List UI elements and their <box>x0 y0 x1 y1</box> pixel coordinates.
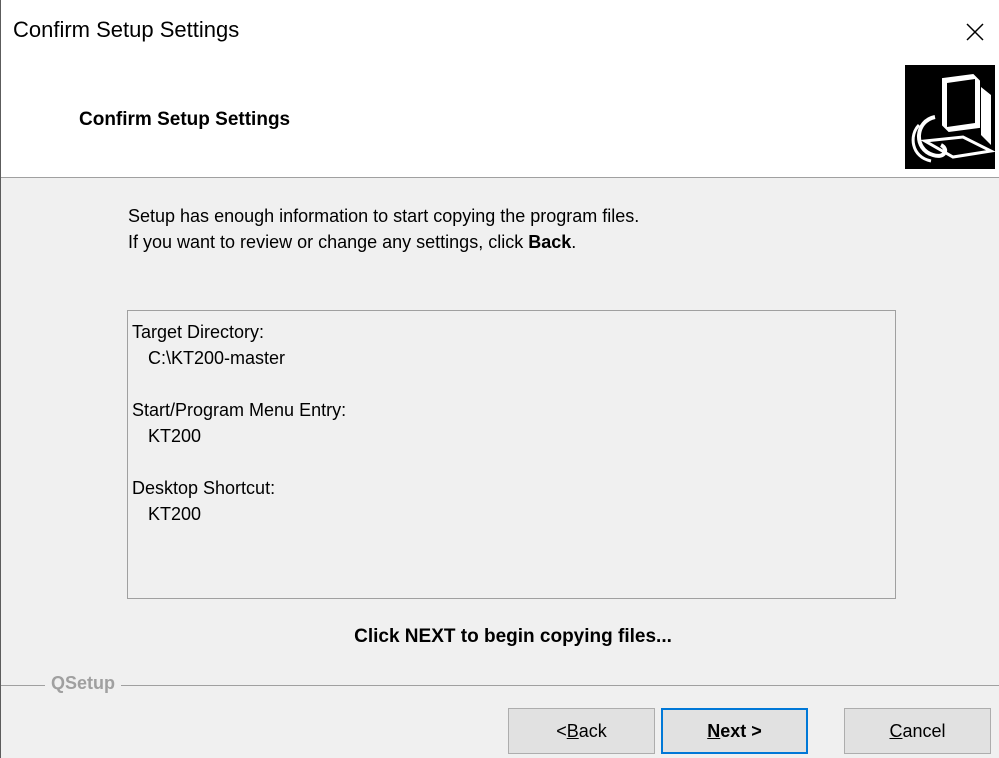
close-icon <box>966 23 984 41</box>
intro-line-1: Setup has enough information to start co… <box>128 206 640 226</box>
menu-entry-group: Start/Program Menu Entry: KT200 <box>132 397 895 449</box>
cancel-button-accel: C <box>889 720 903 741</box>
intro-line-2: If you want to review or change any sett… <box>128 229 639 255</box>
intro-line-2-text: If you want to review or change any sett… <box>128 232 529 252</box>
cancel-button[interactable]: Cancel <box>844 708 991 754</box>
next-instruction: Click NEXT to begin copying files... <box>354 626 672 647</box>
close-button[interactable] <box>951 8 999 56</box>
next-button-accel: N <box>707 720 721 741</box>
desktop-shortcut-value: KT200 <box>148 504 202 524</box>
target-directory-label: Target Directory: <box>132 322 265 342</box>
title-bar: Confirm Setup Settings <box>1 0 999 64</box>
intro-back-word: Back <box>528 232 572 252</box>
header-band: Confirm Setup Settings <box>1 64 999 178</box>
back-button[interactable]: < Back <box>508 708 655 754</box>
brand-divider <box>1 685 999 686</box>
page-title: Confirm Setup Settings <box>79 109 291 130</box>
next-button[interactable]: Next > <box>661 708 808 754</box>
settings-summary-box[interactable]: Target Directory: C:\KT200-master Start/… <box>127 310 896 599</box>
desktop-shortcut-label: Desktop Shortcut: <box>132 478 276 498</box>
window-title: Confirm Setup Settings <box>13 17 240 42</box>
cancel-button-label: ancel <box>902 720 946 741</box>
next-button-label: ext > <box>720 720 762 741</box>
menu-entry-value: KT200 <box>148 426 202 446</box>
desktop-shortcut-group: Desktop Shortcut: KT200 <box>132 475 895 527</box>
back-button-accel: B <box>566 720 579 741</box>
menu-entry-label: Start/Program Menu Entry: <box>132 400 347 420</box>
intro-text: Setup has enough information to start co… <box>128 203 639 255</box>
setup-dialog: Confirm Setup Settings Confirm Setup Set… <box>0 0 999 758</box>
target-directory-group: Target Directory: C:\KT200-master <box>132 319 895 371</box>
intro-line-2-end: . <box>571 232 577 252</box>
brand-label: QSetup <box>45 673 122 694</box>
target-directory-value: C:\KT200-master <box>148 348 286 368</box>
back-button-label: ack <box>578 720 607 741</box>
back-button-prefix: < <box>556 720 567 741</box>
computer-setup-icon <box>905 65 996 169</box>
